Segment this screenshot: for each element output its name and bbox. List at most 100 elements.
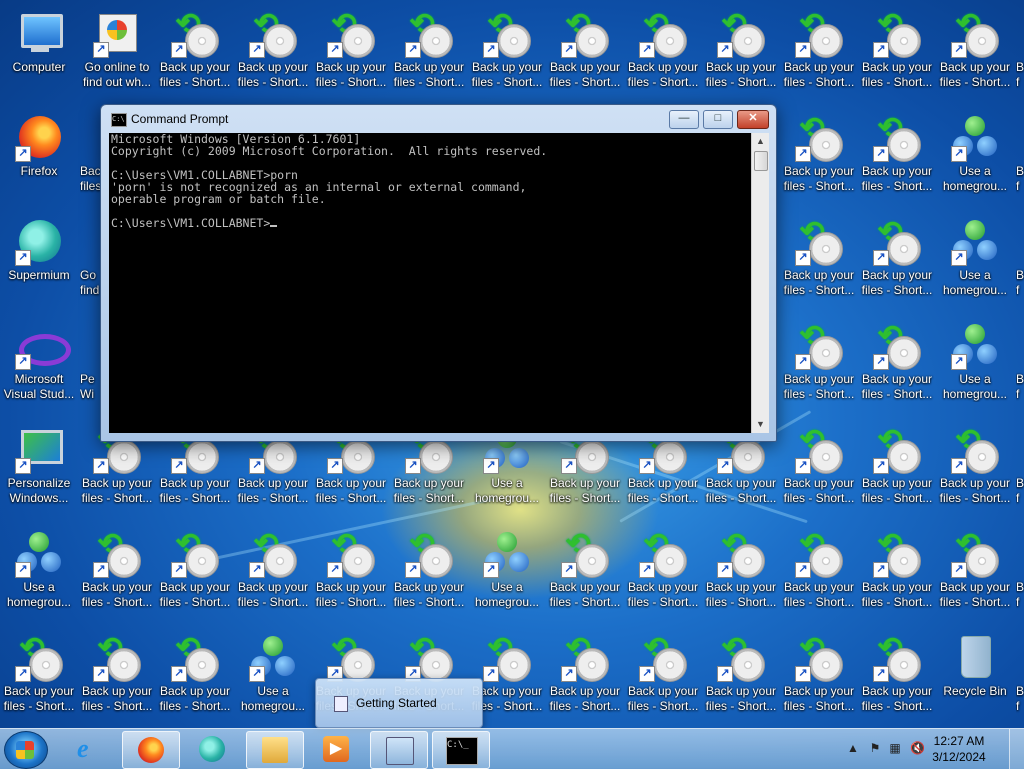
desktop-icon-label: files - Short...	[783, 179, 855, 193]
desktop-icon-backup[interactable]: ⟲↗ Back up yourfiles - Short...	[860, 318, 934, 418]
desktop-icon-backup[interactable]: ⟲↗ Back up yourfiles - Short...	[938, 6, 1012, 106]
desktop-icon-partial[interactable]: Bf	[1016, 318, 1024, 418]
close-button[interactable]: ✕	[737, 110, 769, 129]
desktop-icon-backup[interactable]: ⟲↗ Back up yourfiles - Short...	[314, 526, 388, 626]
desktop-icon-backup[interactable]: ⟲↗ Back up yourfiles - Short...	[860, 422, 934, 522]
desktop-icon-partial[interactable]: Bf	[1016, 6, 1024, 106]
taskbar-getting-started[interactable]	[370, 731, 428, 769]
scrollbar-thumb[interactable]	[754, 151, 768, 171]
shortcut-arrow-icon: ↗	[483, 458, 499, 474]
desktop-icon-homegroup[interactable]: ↗ Use a homegrou...	[470, 526, 544, 626]
scroll-up-icon[interactable]: ▲	[752, 133, 769, 150]
taskbar-internet-explorer[interactable]: e	[62, 731, 118, 767]
shortcut-arrow-icon: ↗	[15, 146, 31, 162]
volume-muted-icon[interactable]: 🔇	[910, 741, 925, 755]
desktop-icon-backup[interactable]: ⟲↗ Back up yourfiles - Short...	[860, 214, 934, 314]
show-hidden-icons-icon[interactable]: ▲	[846, 741, 860, 755]
desktop-icon-backup[interactable]: ⟲↗ Back up yourfiles - Short...	[860, 630, 934, 728]
desktop-icon-backup[interactable]: ⟲↗ Back up yourfiles - Short...	[392, 6, 466, 106]
desktop-icon-online[interactable]: ↗ Go online to find out wh...	[80, 6, 154, 106]
console-output-area[interactable]: Microsoft Windows [Version 6.1.7601] Cop…	[109, 133, 751, 433]
taskbar-explorer[interactable]	[246, 731, 304, 769]
vertical-scrollbar[interactable]: ▲ ▼	[751, 133, 769, 433]
desktop-icon-backup[interactable]: ⟲↗ Back up yourfiles - Short...	[80, 526, 154, 626]
maximize-button[interactable]: □	[703, 110, 733, 129]
taskbar-media-player[interactable]: ▶	[308, 731, 364, 767]
window-titlebar[interactable]: C:\ Command Prompt — □ ✕	[101, 105, 776, 133]
taskbar-supermium[interactable]	[184, 731, 240, 767]
desktop-icon-backup[interactable]: ⟲↗ Back up yourfiles - Short...	[626, 6, 700, 106]
desktop-icon-backup[interactable]: ⟲↗ Back up yourfiles - Short...	[392, 526, 466, 626]
desktop-icon-supermium[interactable]: ↗ Supermium	[2, 214, 76, 314]
desktop-icon-vs[interactable]: ↗ Microsoft Visual Stud...	[2, 318, 76, 418]
desktop-icon-partial[interactable]: Bf	[1016, 526, 1024, 626]
desktop-icon-backup[interactable]: ⟲↗ Back up yourfiles - Short...	[470, 6, 544, 106]
desktop-icon-backup[interactable]: ⟲↗ Back up yourfiles - Short...	[704, 526, 778, 626]
desktop-icon-backup[interactable]: ⟲↗ Back up yourfiles - Short...	[782, 422, 856, 522]
desktop-icon-backup[interactable]: ⟲↗ Back up yourfiles - Short...	[704, 630, 778, 728]
desktop-icon-backup[interactable]: ⟲↗ Back up yourfiles - Short...	[860, 526, 934, 626]
desktop-icon-backup[interactable]: ⟲↗ Back up yourfiles - Short...	[782, 318, 856, 418]
desktop-icon-backup[interactable]: ⟲↗ Back up yourfiles - Short...	[80, 630, 154, 728]
taskbar-firefox[interactable]	[122, 731, 180, 769]
desktop-icon-homegroup[interactable]: ↗ Use a homegrou...	[236, 630, 310, 728]
taskbar-command-prompt[interactable]: C:\_	[432, 731, 490, 769]
desktop-icon-backup[interactable]: ⟲↗ Back up yourfiles - Short...	[782, 214, 856, 314]
popup-label[interactable]: Getting Started	[356, 696, 437, 710]
desktop-icon-backup[interactable]: ⟲↗ Back up yourfiles - Short...	[860, 110, 934, 210]
desktop-icon-label: files - Short...	[549, 699, 621, 713]
taskbar-thumbnail-popup[interactable]: Getting Started	[315, 678, 483, 728]
desktop-icon-label: Go online to	[84, 60, 150, 74]
network-icon[interactable]: ▦	[888, 741, 902, 755]
desktop-icon-backup[interactable]: ⟲↗ Back up yourfiles - Short...	[782, 526, 856, 626]
command-prompt-window[interactable]: C:\ Command Prompt — □ ✕ Microsoft Windo…	[100, 104, 777, 442]
firefox-icon: ↗	[15, 114, 63, 162]
backup-icon: ⟲↗	[873, 114, 921, 162]
desktop-icon-homegroup[interactable]: ↗ Use a homegrou...	[938, 214, 1012, 314]
desktop-icon-homegroup[interactable]: ↗ Use a homegrou...	[938, 318, 1012, 418]
action-center-flag-icon[interactable]: ⚑	[868, 741, 882, 755]
desktop-icon-backup[interactable]: ⟲↗ Back up yourfiles - Short...	[938, 422, 1012, 522]
desktop-icon-backup[interactable]: ⟲↗ Back up yourfiles - Short...	[314, 6, 388, 106]
clock[interactable]: 12:27 AM 3/12/2024	[924, 733, 994, 765]
desktop-icon-partial[interactable]: Bf	[1016, 630, 1024, 728]
desktop-icon-recycle[interactable]: Recycle Bin	[938, 630, 1012, 728]
shortcut-arrow-icon: ↗	[717, 458, 733, 474]
desktop-icon-backup[interactable]: ⟲↗ Back up yourfiles - Short...	[860, 6, 934, 106]
desktop-icon-firefox[interactable]: ↗ Firefox	[2, 110, 76, 210]
desktop-icon-backup[interactable]: ⟲↗ Back up yourfiles - Short...	[626, 526, 700, 626]
desktop-icon-label: find out wh...	[82, 75, 152, 89]
desktop-icon-backup[interactable]: ⟲↗ Back up yourfiles - Short...	[548, 630, 622, 728]
desktop-icon-label: Use a	[959, 164, 991, 178]
desktop-icon-partial[interactable]: Bf	[1016, 110, 1024, 210]
desktop-icon-backup[interactable]: ⟲↗ Back up yourfiles - Short...	[704, 6, 778, 106]
desktop-icon-backup[interactable]: ⟲↗ Back up yourfiles - Short...	[938, 526, 1012, 626]
desktop-icon-partial[interactable]: Bf	[1016, 422, 1024, 522]
start-button[interactable]	[4, 731, 48, 769]
desktop-icon-backup[interactable]: ⟲↗ Back up yourfiles - Short...	[236, 6, 310, 106]
windows-online-icon: ↗	[93, 10, 141, 58]
desktop-icon-backup[interactable]: ⟲↗ Back up yourfiles - Short...	[158, 630, 232, 728]
desktop-icon-backup[interactable]: ⟲↗ Back up yourfiles - Short...	[782, 110, 856, 210]
show-desktop-button[interactable]	[1009, 729, 1024, 769]
desktop-icon-backup[interactable]: ⟲↗ Back up yourfiles - Short...	[548, 526, 622, 626]
desktop-icon-label: f	[1016, 75, 1020, 89]
desktop-icon-backup[interactable]: ⟲↗ Back up yourfiles - Short...	[158, 526, 232, 626]
desktop-icon-backup[interactable]: ⟲↗ Back up yourfiles - Short...	[548, 6, 622, 106]
desktop-icon-backup[interactable]: ⟲↗ Back up yourfiles - Short...	[782, 630, 856, 728]
desktop-icon-homegroup[interactable]: ↗ Use a homegrou...	[2, 526, 76, 626]
desktop-icon-backup[interactable]: ⟲↗ Back up yourfiles - Short...	[626, 630, 700, 728]
desktop-icon-backup[interactable]: ⟲↗ Back up yourfiles - Short...	[2, 630, 76, 728]
shortcut-arrow-icon: ↗	[873, 250, 889, 266]
desktop-icon-label: Use a	[491, 476, 523, 490]
desktop-icon-homegroup[interactable]: ↗ Use a homegrou...	[938, 110, 1012, 210]
desktop-icon-backup[interactable]: ⟲↗ Back up yourfiles - Short...	[158, 6, 232, 106]
desktop-icon-computer[interactable]: Computer	[2, 6, 76, 106]
desktop-icon-backup[interactable]: ⟲↗ Back up yourfiles - Short...	[782, 6, 856, 106]
desktop-icon-partial[interactable]: Bf	[1016, 214, 1024, 314]
desktop-icon-personalize[interactable]: ↗ Personalize Windows...	[2, 422, 76, 522]
desktop-icon-backup[interactable]: ⟲↗ Back up yourfiles - Short...	[236, 526, 310, 626]
shortcut-arrow-icon: ↗	[639, 458, 655, 474]
scroll-down-icon[interactable]: ▼	[752, 416, 769, 433]
minimize-button[interactable]: —	[669, 110, 699, 129]
